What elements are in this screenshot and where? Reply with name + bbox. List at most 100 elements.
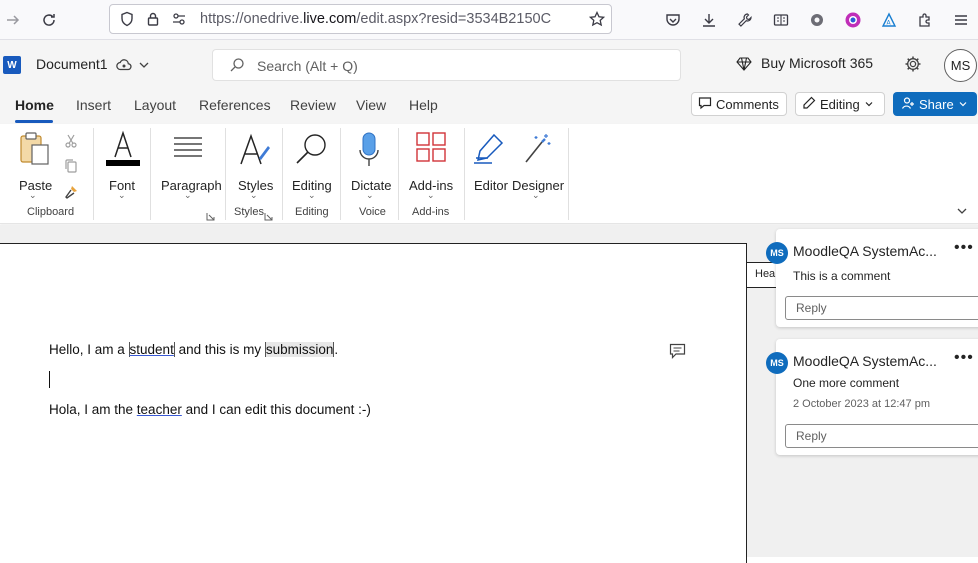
text-run: Hello, I am a (49, 342, 129, 357)
chevron-down-icon (864, 97, 874, 112)
hamburger-menu-icon[interactable] (950, 9, 972, 31)
group-separator (340, 128, 341, 220)
tab-layout[interactable]: Layout (134, 97, 176, 113)
search-placeholder: Search (Alt + Q) (257, 58, 358, 74)
pocket-icon[interactable] (662, 9, 684, 31)
comment-author-avatar: MS (766, 242, 788, 264)
reply-input[interactable]: Reply (785, 296, 978, 320)
font-color-icon (106, 130, 140, 171)
chevron-down-icon: ⌄ (250, 190, 258, 200)
editing-button[interactable]: Editing ⌄ (291, 128, 333, 200)
comment-card[interactable]: MS MoodleQA SystemAc... ••• This is a co… (766, 229, 978, 327)
editing-label: Editing (820, 96, 860, 112)
spellcheck-word-teacher[interactable]: teacher (137, 402, 182, 417)
comment-author: MoodleQA SystemAc... (793, 243, 937, 259)
autosave-status-icon[interactable] (116, 57, 132, 78)
url-text[interactable]: https://onedrive.live.com/edit.aspx?resi… (200, 11, 580, 27)
settings-gear-icon[interactable] (904, 55, 922, 78)
copy-icon[interactable] (64, 159, 78, 178)
group-separator (150, 128, 151, 220)
text-cursor (49, 371, 50, 388)
editor-pen-icon (472, 132, 506, 171)
reply-input[interactable]: Reply (785, 424, 978, 448)
tab-view[interactable]: View (356, 97, 386, 113)
chevron-down-icon: ⌄ (118, 190, 126, 200)
account-avatar[interactable]: MS (944, 49, 977, 82)
search-box[interactable]: Search (Alt + Q) (212, 49, 681, 81)
document-title[interactable]: Document1 (36, 56, 108, 72)
delta-extension-icon[interactable]: A (878, 9, 900, 31)
url-bar[interactable]: https://onedrive.live.com/edit.aspx?resi… (109, 4, 612, 34)
designer-button[interactable]: Designer ⌄ (510, 128, 564, 200)
collapse-ribbon-icon[interactable] (956, 204, 968, 222)
bookmark-star-icon[interactable] (586, 8, 608, 30)
text-run: and this is my (173, 342, 265, 357)
text-run: Hola, I am the (49, 402, 137, 417)
comment-text: This is a comment (793, 269, 891, 283)
color-extension-icon[interactable] (842, 9, 864, 31)
editor-button[interactable]: Editor (472, 128, 508, 200)
designer-wand-icon (522, 132, 552, 171)
paste-button[interactable]: Paste ⌄ (12, 128, 54, 200)
microphone-icon (358, 132, 380, 173)
tab-help[interactable]: Help (409, 97, 438, 113)
comments-button[interactable]: Comments (691, 92, 787, 116)
tab-review[interactable]: Review (290, 97, 336, 113)
wrench-icon[interactable] (734, 9, 756, 31)
chevron-down-icon: ⌄ (366, 190, 374, 200)
tab-insert[interactable]: Insert (76, 97, 111, 113)
dictate-button[interactable]: Dictate ⌄ (349, 128, 391, 200)
extension-gear-icon[interactable] (806, 9, 828, 31)
word-logo-icon[interactable]: W (3, 56, 21, 74)
group-label-addins: Add-ins (412, 206, 450, 218)
comment-anchor-submission[interactable]: submission (264, 342, 335, 357)
chevron-down-icon: ⌄ (532, 190, 540, 200)
reader-view-icon[interactable] (770, 9, 792, 31)
group-label-editing: Editing (295, 206, 329, 218)
paragraph-button[interactable]: Paragraph ⌄ (160, 128, 222, 200)
share-person-icon (901, 96, 915, 113)
comment-anchor-student[interactable]: student (128, 342, 174, 357)
group-separator (282, 128, 283, 220)
dialog-launcher-icon[interactable] (264, 208, 273, 226)
group-separator (398, 128, 399, 220)
paragraph-align-icon (173, 136, 203, 165)
chevron-down-icon[interactable] (138, 58, 150, 76)
shield-icon[interactable] (116, 8, 138, 30)
reload-icon[interactable] (38, 9, 60, 31)
text-run: and I can edit this document :-) (181, 402, 371, 417)
comment-author-avatar: MS (766, 352, 788, 374)
tab-references[interactable]: References (199, 97, 271, 113)
comment-card[interactable]: MS MoodleQA SystemAc... ••• One more com… (766, 339, 978, 455)
share-button[interactable]: Share (893, 92, 977, 116)
active-tab-indicator (15, 120, 53, 123)
group-label-voice: Voice (359, 206, 386, 218)
addins-button[interactable]: Add-ins ⌄ (408, 128, 454, 200)
document-line-1[interactable]: Hello, I am a student and this is my sub… (49, 342, 338, 357)
magnifier-icon (295, 132, 329, 171)
buy-microsoft-365-link[interactable]: Buy Microsoft 365 (761, 55, 873, 71)
lock-icon[interactable] (142, 8, 164, 30)
editing-mode-button[interactable]: Editing (795, 92, 885, 116)
ribbon-tabs: Home Insert Layout References Review Vie… (0, 90, 978, 124)
comment-marker-icon[interactable] (669, 343, 686, 364)
tab-home[interactable]: Home (15, 97, 54, 113)
document-page[interactable]: Hello, I am a student and this is my sub… (0, 243, 747, 563)
format-painter-icon[interactable] (63, 184, 79, 205)
document-line-3[interactable]: Hola, I am the teacher and I can edit th… (49, 402, 371, 417)
styles-button[interactable]: Styles ⌄ (234, 128, 274, 200)
permissions-icon[interactable] (168, 8, 190, 30)
browser-toolbar: https://onedrive.live.com/edit.aspx?resi… (0, 0, 978, 40)
group-label-clipboard: Clipboard (27, 206, 75, 218)
more-options-icon[interactable]: ••• (954, 349, 974, 367)
dialog-launcher-icon[interactable] (206, 208, 215, 226)
comments-label: Comments (716, 96, 779, 112)
forward-icon[interactable] (2, 9, 24, 31)
extensions-puzzle-icon[interactable] (914, 9, 936, 31)
search-icon (229, 57, 245, 78)
download-icon[interactable] (698, 9, 720, 31)
cut-icon[interactable] (64, 134, 78, 153)
more-options-icon[interactable]: ••• (954, 239, 974, 257)
group-separator (225, 128, 226, 220)
font-button[interactable]: Font ⌄ (104, 128, 140, 200)
